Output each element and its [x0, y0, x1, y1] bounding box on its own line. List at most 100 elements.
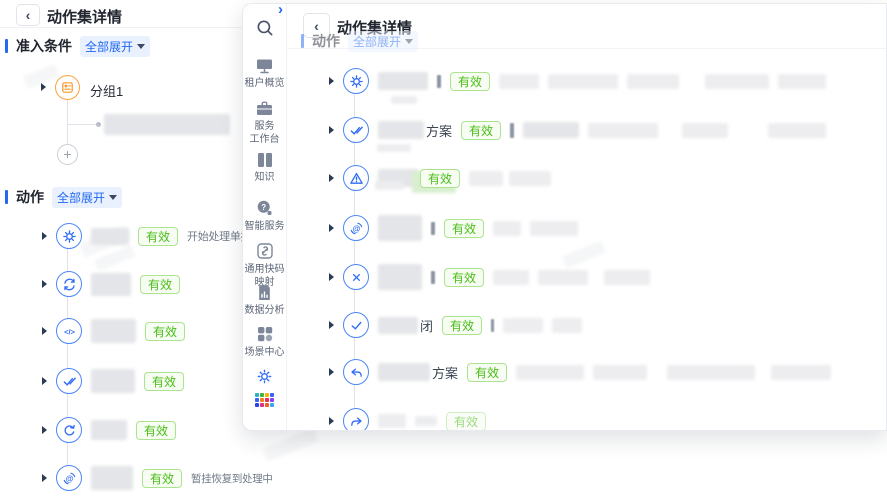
group-name[interactable]: 分组1 [90, 81, 123, 100]
search-button[interactable] [243, 18, 286, 38]
briefcase-icon [255, 100, 274, 117]
expand-arrow-icon[interactable] [42, 377, 47, 385]
action-row[interactable]: @ 有效 暂挂恢复到处理中 [42, 465, 282, 491]
expand-arrow-icon[interactable] [42, 474, 47, 482]
action-row[interactable]: 方案 有效 [329, 117, 835, 143]
row-tail-text: 方案 [432, 363, 458, 382]
group-icon[interactable] [55, 75, 80, 100]
sidebar-item-knowledge[interactable]: 知识 [243, 152, 286, 185]
apps-grid-icon [255, 393, 274, 407]
status-badge: 有效 [145, 322, 185, 341]
sidebar-item-service-workbench[interactable]: 服务 工作台 [243, 100, 286, 146]
status-badge: 有效 [467, 363, 507, 382]
sidebar-item-scene-center[interactable]: 场景中心 [243, 325, 286, 360]
redacted-text [530, 221, 578, 236]
action-row[interactable]: 有效 [329, 264, 659, 290]
section-marker [301, 34, 304, 48]
expand-arrow-icon[interactable] [329, 368, 334, 376]
redacted-text [91, 273, 131, 296]
action-row[interactable]: 有效 [329, 408, 495, 430]
expand-sidebar-icon[interactable]: › [278, 1, 283, 18]
redacted-text [499, 74, 539, 89]
expand-arrow-icon[interactable] [329, 321, 334, 329]
warning-icon [343, 165, 369, 191]
status-badge: 有效 [461, 121, 501, 140]
expand-arrow-icon[interactable] [329, 174, 334, 182]
settings-button[interactable] [243, 368, 286, 385]
sidebar-item-tenant-overview[interactable]: 租户概览 [243, 58, 286, 91]
redacted-text [604, 270, 650, 285]
action-row[interactable]: 有效 [42, 271, 189, 297]
refresh-icon [56, 271, 82, 297]
badge-wrap: 有效 [420, 169, 460, 188]
double-check-icon [343, 117, 369, 143]
chart-doc-icon [256, 284, 273, 301]
expand-all-toggle[interactable]: 全部展开 [348, 31, 418, 52]
smart-icon: ? [255, 199, 274, 217]
expand-arrow-icon[interactable] [329, 77, 334, 85]
status-badge: 有效 [144, 372, 184, 391]
expand-arrow-icon[interactable] [329, 417, 334, 425]
redacted-text [627, 74, 679, 89]
tree-node-dot [96, 122, 101, 127]
sidebar-item-quick-code-mapping[interactable]: 通用快码 映射 [243, 242, 286, 289]
row-note: 暂挂恢复到处理中 [191, 471, 273, 486]
status-badge: 有效 [446, 412, 486, 431]
redacted-text [493, 221, 521, 236]
actions-section: 动作 全部展开 [301, 33, 418, 49]
status-badge: 有效 [444, 268, 484, 287]
expand-arrow-icon[interactable] [41, 83, 46, 91]
sidebar-item-smart-service[interactable]: ? 智能服务 [243, 199, 286, 234]
sidebar-item-label: 服务 工作台 [250, 121, 280, 146]
double-check-icon [56, 368, 82, 394]
expand-arrow-icon[interactable] [329, 224, 334, 232]
expand-arrow-icon[interactable] [42, 280, 47, 288]
redacted-text [377, 144, 411, 152]
redacted-text [378, 414, 406, 428]
action-row[interactable]: 有效 [329, 68, 835, 94]
action-row[interactable]: 有效 [42, 417, 185, 443]
redacted-text [510, 123, 514, 138]
svg-text:@: @ [352, 224, 360, 233]
action-row[interactable]: 闭 有效 [329, 312, 591, 338]
add-condition-button[interactable]: + [57, 144, 78, 165]
redacted-text [431, 271, 435, 284]
redacted-text [431, 222, 435, 235]
dialog-detail: ‹ 动作集详情 动作 全部展开 [287, 4, 886, 430]
action-row[interactable]: @ 有效 [329, 215, 587, 241]
redacted-text [588, 123, 658, 138]
action-row[interactable]: 有效 [329, 165, 560, 191]
action-row[interactable]: 有效 [42, 368, 193, 394]
search-icon [255, 18, 275, 38]
expand-arrow-icon[interactable] [42, 232, 47, 240]
sidebar-item-data-analysis[interactable]: 数据分析 [243, 284, 286, 318]
svg-text:@: @ [65, 474, 73, 483]
at-sync-icon: @ [56, 465, 82, 491]
redo-icon [56, 417, 82, 443]
status-badge: 有效 [420, 169, 460, 188]
expand-arrow-icon[interactable] [329, 126, 334, 134]
action-set-dialog: › 租户概览 服务 工作台 [242, 3, 887, 431]
expand-arrow-icon[interactable] [42, 426, 47, 434]
redacted-text [415, 416, 437, 426]
action-row[interactable]: </> 有效 [42, 318, 194, 344]
redacted-text [378, 264, 422, 290]
page-title: 动作集详情 [47, 6, 122, 27]
status-badge: 有效 [138, 227, 178, 246]
status-badge: 有效 [442, 316, 482, 335]
action-row[interactable]: 方案 有效 [329, 359, 840, 385]
redacted-text [91, 369, 135, 393]
redacted-text [378, 215, 422, 241]
expand-arrow-icon[interactable] [42, 327, 47, 335]
expand-arrow-icon[interactable] [329, 273, 334, 281]
apps-launcher-button[interactable] [243, 393, 286, 407]
redacted-text [391, 96, 417, 104]
back-button[interactable]: ‹ [16, 4, 40, 26]
expand-all-toggle[interactable]: 全部展开 [80, 36, 150, 57]
svg-text:</>: </> [64, 327, 75, 336]
redacted-text [493, 270, 529, 285]
expand-all-toggle[interactable]: 全部展开 [52, 187, 122, 208]
redacted-text [375, 181, 403, 190]
status-badge: 有效 [142, 469, 182, 488]
book-icon [256, 152, 274, 168]
